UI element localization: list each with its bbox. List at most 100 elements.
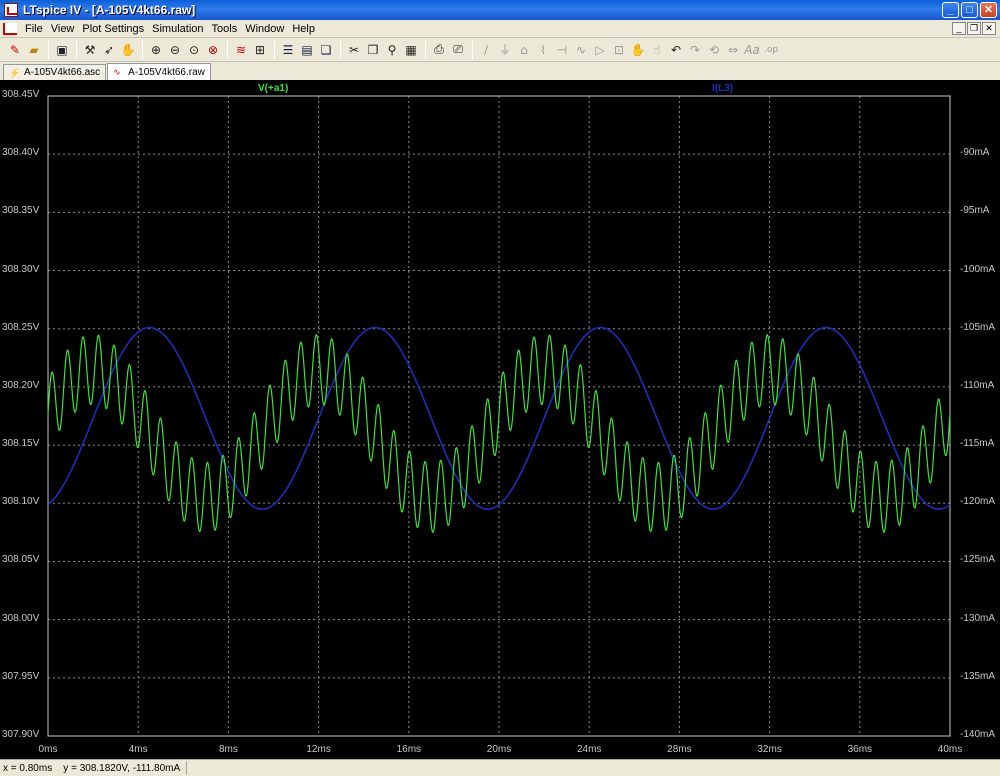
mirror-icon[interactable]: ⇔ — [724, 41, 742, 59]
control-panel-icon[interactable]: ⚒ — [81, 41, 99, 59]
y-left-tick-label: 308.15V — [2, 438, 40, 450]
y-right-tick-label: -90mA — [960, 147, 990, 159]
y-right-tick-label: -125mA — [960, 554, 996, 566]
redo-icon[interactable]: ↷ — [686, 41, 704, 59]
y-right-tick-label: -110mA — [960, 379, 995, 391]
x-tick-label: 32ms — [757, 744, 782, 755]
y-left-tick-label: 307.95V — [2, 670, 40, 682]
x-tick-label: 16ms — [396, 744, 422, 755]
tab-schematic[interactable]: ⚡ A-105V4kt66.asc — [3, 64, 107, 80]
cascade-icon[interactable]: ❏ — [317, 41, 335, 59]
minimize-button[interactable]: _ — [942, 2, 959, 18]
toolbar-separator — [76, 40, 77, 59]
tab-waveform[interactable]: ∿ A-105V4kt66.raw — [107, 63, 211, 80]
document-waveform-icon[interactable] — [3, 22, 17, 35]
menu-simulation[interactable]: Simulation — [148, 23, 207, 35]
y-left-tick-label: 308.10V — [2, 496, 40, 508]
toolbar-separator — [227, 40, 228, 59]
waveform-plot[interactable]: 0ms 4ms 8ms 12ms 16ms 20ms 24ms 28ms 32ms 36ms 40m… — [0, 80, 1000, 759]
x-tick-label: 20ms — [486, 744, 512, 755]
undo-icon[interactable]: ↶ — [667, 41, 685, 59]
x-tick-label: 28ms — [667, 744, 692, 755]
cut-icon[interactable]: ✂ — [345, 41, 363, 59]
open-icon[interactable]: ▰ — [25, 41, 43, 59]
toolbar-separator — [142, 40, 143, 59]
label-icon[interactable]: ⌂ — [515, 41, 533, 59]
drag-icon[interactable]: ☝ — [648, 41, 666, 59]
x-tick-label: 8ms — [218, 744, 238, 755]
capacitor-icon[interactable]: ⊣ — [553, 41, 571, 59]
zoom-in-icon[interactable]: ⊕ — [147, 41, 165, 59]
resistor-icon[interactable]: ⌇ — [534, 41, 552, 59]
autorange-icon[interactable]: ≋ — [232, 41, 250, 59]
zoom-full-icon[interactable]: ⊙ — [185, 41, 203, 59]
wire-icon[interactable]: ∕ — [477, 41, 495, 59]
toolbar-separator — [472, 40, 473, 59]
move-icon[interactable]: ✋ — [629, 41, 647, 59]
menu-plot-settings[interactable]: Plot Settings — [78, 23, 148, 35]
document-controls: _ ❐ ✕ — [952, 22, 996, 35]
find-icon[interactable]: ⚲ — [383, 41, 401, 59]
waveform-icon: ∿ — [113, 67, 121, 77]
x-tick-label: 40ms — [937, 744, 963, 755]
cursor-readout: x = 0.80ms y = 308.1820V, -111.80mA — [3, 762, 181, 774]
spice-directive-icon[interactable]: .op — [762, 41, 780, 59]
tab-label: A-105V4kt66.raw — [128, 66, 205, 78]
menu-tools[interactable]: Tools — [208, 23, 242, 35]
plot-canvas[interactable] — [0, 80, 1000, 759]
menu-file[interactable]: File — [21, 23, 47, 35]
document-tabs: ⚡ A-105V4kt66.asc ∿ A-105V4kt66.raw — [0, 62, 1000, 80]
tile-vertical-icon[interactable]: ▤ — [298, 41, 316, 59]
menu-help[interactable]: Help — [288, 23, 319, 35]
maximize-button[interactable]: □ — [961, 2, 978, 18]
menu-bar: File View Plot Settings Simulation Tools… — [0, 20, 1000, 38]
rotate-icon[interactable]: ⟲ — [705, 41, 723, 59]
toolbar: ✎ ▰ ▣ ⚒ ➶ ✋ ⊕ ⊖ ⊙ ⊗ ≋ ⊞ ☰ ▤ ❏ ✂ ❐ ⚲ ▦ ⎙ … — [0, 38, 1000, 62]
menu-view[interactable]: View — [47, 23, 79, 35]
y-left-tick-label: 308.35V — [2, 205, 40, 217]
paste-icon[interactable]: ▦ — [402, 41, 420, 59]
ground-icon[interactable]: ⏚ — [496, 41, 514, 59]
window-title: LTspice IV - [A-105V4kt66.raw] — [23, 3, 196, 17]
doc-close-button[interactable]: ✕ — [982, 22, 996, 35]
status-bar: x = 0.80ms y = 308.1820V, -111.80mA — [0, 759, 1000, 776]
x-tick-label: 36ms — [847, 744, 873, 755]
toolbar-separator — [340, 40, 341, 59]
text-icon[interactable]: Aa — [743, 41, 761, 59]
diode-icon[interactable]: ▷ — [591, 41, 609, 59]
trace-label-current[interactable]: I(L3) — [712, 83, 733, 94]
grid-icon[interactable]: ⊞ — [251, 41, 269, 59]
inductor-icon[interactable]: ∿ — [572, 41, 590, 59]
close-button[interactable]: ✕ — [980, 2, 997, 18]
menu-window[interactable]: Window — [241, 23, 288, 35]
y-right-tick-label: -130mA — [960, 612, 996, 624]
run-sim-icon[interactable]: ➶ — [100, 41, 118, 59]
copy-icon[interactable]: ❐ — [364, 41, 382, 59]
trace-label-voltage[interactable]: V(+a1) — [258, 83, 288, 94]
title-bar: LTspice IV - [A-105V4kt66.raw] _ □ ✕ — [0, 0, 1000, 20]
x-tick-label: 24ms — [576, 744, 602, 755]
zoom-cancel-icon[interactable]: ⊗ — [204, 41, 222, 59]
component-icon[interactable]: ⊡ — [610, 41, 628, 59]
y-left-tick-label: 308.25V — [2, 321, 40, 333]
y-left-tick-label: 308.30V — [2, 263, 40, 275]
doc-restore-button[interactable]: ❐ — [967, 22, 981, 35]
y-left-tick-label: 307.90V — [2, 729, 40, 740]
x-tick-label: 0ms — [38, 744, 58, 755]
y-left-tick-label: 308.05V — [2, 554, 40, 566]
status-separator — [186, 761, 188, 775]
y-right-tick-label: -120mA — [960, 496, 996, 508]
y-right-tick-label: -140mA — [960, 729, 996, 740]
ltspice-app-icon[interactable] — [4, 3, 18, 17]
tile-horizontal-icon[interactable]: ☰ — [279, 41, 297, 59]
doc-minimize-button[interactable]: _ — [952, 22, 966, 35]
toolbar-separator — [274, 40, 275, 59]
zoom-out-icon[interactable]: ⊖ — [166, 41, 184, 59]
print-icon[interactable]: ⎚ — [449, 41, 467, 59]
save-icon[interactable]: ▣ — [53, 41, 71, 59]
y-left-tick-label: 308.20V — [2, 379, 40, 391]
halt-icon[interactable]: ✋ — [119, 41, 137, 59]
print-preview-icon[interactable]: ⎙ — [430, 41, 448, 59]
run-icon[interactable]: ✎ — [6, 41, 24, 59]
window-controls: _ □ ✕ — [942, 2, 997, 18]
